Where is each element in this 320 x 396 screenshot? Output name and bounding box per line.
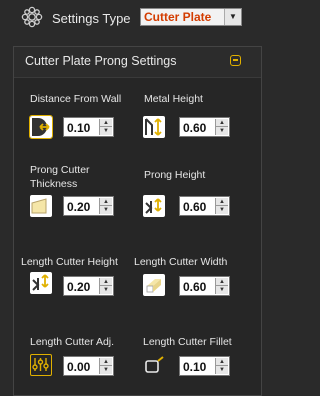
distance-from-wall-input[interactable]: 0.10 ▲ ▼ bbox=[63, 117, 114, 137]
spinner[interactable]: ▲ ▼ bbox=[99, 358, 112, 374]
prong-height-input[interactable]: 0.60 ▲ ▼ bbox=[179, 196, 230, 216]
dropdown-arrow-icon[interactable]: ▼ bbox=[224, 9, 241, 25]
spinner[interactable]: ▲ ▼ bbox=[215, 278, 228, 294]
panel-title: Cutter Plate Prong Settings bbox=[25, 54, 177, 68]
settings-type-label: Settings Type bbox=[52, 11, 131, 26]
distance-from-wall-label: Distance From Wall bbox=[30, 93, 122, 105]
length-cutter-width-label: Length Cutter Width bbox=[134, 256, 228, 268]
length-cutter-height-icon bbox=[30, 272, 52, 294]
metal-height-label: Metal Height bbox=[144, 93, 203, 105]
prong-cutter-thickness-label: Prong Cutter Thickness bbox=[30, 164, 90, 190]
length-cutter-fillet-input[interactable]: 0.10 ▲ ▼ bbox=[179, 356, 230, 376]
length-cutter-height-input[interactable]: 0.20 ▲ ▼ bbox=[63, 276, 114, 296]
length-cutter-adj-label: Length Cutter Adj. bbox=[30, 336, 115, 348]
prong-height-label: Prong Height bbox=[144, 169, 206, 181]
prong-cutter-thickness-icon bbox=[30, 195, 52, 217]
metal-height-input[interactable]: 0.60 ▲ ▼ bbox=[179, 117, 230, 137]
settings-type-select[interactable]: Cutter Plate ▼ bbox=[140, 8, 242, 26]
length-cutter-fillet-label: Length Cutter Fillet bbox=[143, 336, 232, 348]
spinner[interactable]: ▲ ▼ bbox=[99, 278, 112, 294]
length-cutter-height-label: Length Cutter Height bbox=[21, 256, 118, 268]
length-cutter-width-icon bbox=[143, 274, 165, 296]
distance-wall-icon bbox=[29, 115, 53, 139]
adjust-sliders-icon bbox=[30, 354, 52, 376]
settings-gear-icon bbox=[20, 5, 44, 29]
prong-cutter-thickness-input[interactable]: 0.20 ▲ ▼ bbox=[63, 196, 114, 216]
settings-type-value: Cutter Plate bbox=[144, 10, 212, 24]
spinner[interactable]: ▲ ▼ bbox=[99, 119, 112, 135]
spinner[interactable]: ▲ ▼ bbox=[215, 119, 228, 135]
length-cutter-adj-input[interactable]: 0.00 ▲ ▼ bbox=[63, 356, 114, 376]
spinner[interactable]: ▲ ▼ bbox=[215, 358, 228, 374]
spinner[interactable]: ▲ ▼ bbox=[99, 198, 112, 214]
metal-height-icon bbox=[143, 116, 165, 138]
collapse-minus-icon[interactable] bbox=[230, 55, 241, 66]
fillet-icon bbox=[143, 354, 165, 376]
spinner[interactable]: ▲ ▼ bbox=[215, 198, 228, 214]
length-cutter-width-input[interactable]: 0.60 ▲ ▼ bbox=[179, 276, 230, 296]
prong-height-icon bbox=[143, 195, 165, 217]
